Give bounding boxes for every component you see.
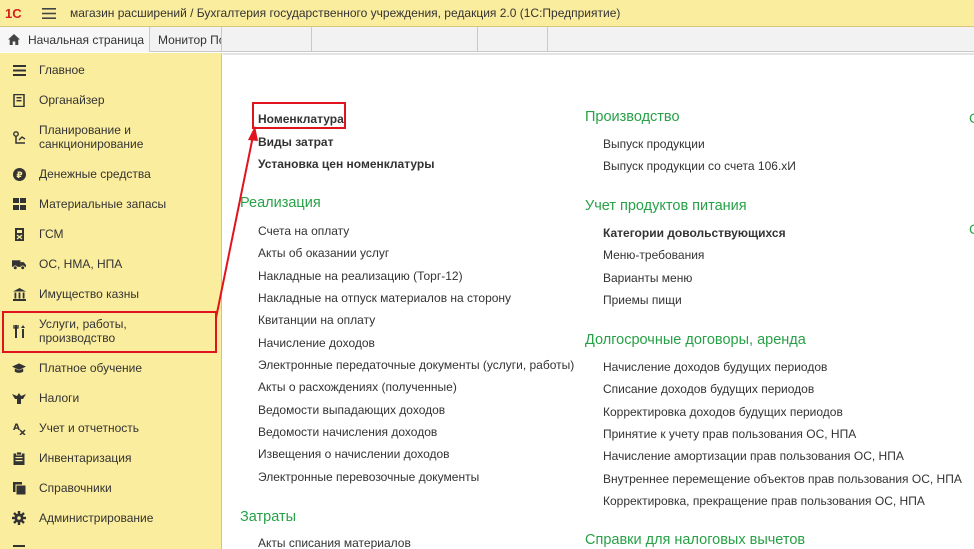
window-title: магазин расширений / Бухгалтерия государ…: [70, 6, 621, 20]
link-realization-item[interactable]: Электронные передаточные документы (услу…: [258, 358, 574, 372]
sidebar-item-money[interactable]: ₽ Денежные средства: [0, 166, 221, 182]
tab-empty-2[interactable]: [312, 27, 478, 52]
link-longterm-item[interactable]: Корректировка доходов будущих периодов: [603, 405, 843, 419]
accounting-icon: A: [12, 421, 26, 435]
link-realization-item[interactable]: Накладные на реализацию (Торг-12): [258, 269, 463, 283]
section-food-title: Учет продуктов питания: [585, 198, 747, 214]
tab-empty-1[interactable]: [222, 27, 312, 52]
tab-monitor-label: Монитор По: [158, 32, 222, 47]
section-production-title: Производство: [585, 109, 680, 125]
link-realization-item[interactable]: Акты о расхождениях (полученные): [258, 380, 457, 394]
section-tax-title: Справки для налоговых вычетов: [585, 532, 806, 548]
planning-icon: [12, 130, 26, 144]
clipboard-icon: [12, 451, 26, 465]
column3-section-title-clipped: С: [969, 110, 974, 126]
hamburger-menu-icon[interactable]: [36, 0, 62, 27]
link-realization-item[interactable]: Начисление доходов: [258, 336, 375, 350]
more-icon: [12, 539, 26, 549]
sidebar-item-administration[interactable]: Администрирование: [0, 510, 221, 526]
sidebar-item-label: Главное: [39, 63, 85, 77]
sidebar-item-accounting[interactable]: A Учет и отчетность: [0, 420, 221, 436]
link-realization-item[interactable]: Счета на оплату: [258, 224, 349, 238]
books-icon: [12, 481, 26, 495]
home-icon: [8, 34, 20, 45]
sidebar: Главное Органайзер Планирование и санкци…: [0, 53, 222, 549]
sidebar-item-main[interactable]: Главное: [0, 62, 221, 78]
fuel-icon: [12, 227, 26, 241]
sidebar-item-label: Планирование и санкционирование: [39, 123, 144, 151]
link-realization-item[interactable]: Извещения о начислении доходов: [258, 447, 450, 461]
link-food-item[interactable]: Приемы пищи: [603, 293, 682, 307]
sidebar-item-references[interactable]: Справочники: [0, 480, 221, 496]
sidebar-item-paid-education[interactable]: Платное обучение: [0, 360, 221, 376]
graduation-cap-icon: [12, 361, 26, 375]
sidebar-item-fuel[interactable]: ГСМ: [0, 226, 221, 242]
sidebar-item-label: Денежные средства: [39, 167, 151, 181]
link-realization-item[interactable]: Накладные на отпуск материалов на сторон…: [258, 291, 511, 305]
sidebar-item-label: Органайзер: [39, 93, 105, 107]
link-longterm-item[interactable]: Списание доходов будущих периодов: [603, 382, 814, 396]
section-realization-title: Реализация: [240, 195, 321, 211]
sidebar-item-treasury[interactable]: Имущество казны: [0, 286, 221, 302]
link-production-item[interactable]: Выпуск продукции со счета 106.хИ: [603, 159, 796, 173]
1c-logo-icon[interactable]: 1С: [0, 0, 36, 27]
tab-home[interactable]: Начальная страница: [0, 27, 150, 52]
sidebar-item-label: Платное обучение: [39, 361, 143, 375]
sidebar-item-organizer[interactable]: Органайзер: [0, 92, 221, 108]
title-bar: 1С магазин расширений / Бухгалтерия госу…: [0, 0, 974, 27]
sidebar-item-label: Администрирование: [39, 511, 154, 525]
link-realization-item[interactable]: Акты об оказании услуг: [258, 246, 389, 260]
building-icon: [12, 287, 26, 301]
hamburger-menu-icon: [12, 63, 26, 77]
link-production-item[interactable]: Выпуск продукции: [603, 137, 705, 151]
sidebar-item-fixed-assets[interactable]: ОС, НМА, НПА: [0, 256, 221, 272]
link-costs-item[interactable]: Акты списания материалов: [258, 536, 411, 549]
tab-home-label: Начальная страница: [28, 32, 145, 47]
1c-logo-text: 1С: [5, 6, 22, 20]
link-cost-types[interactable]: Виды затрат: [258, 135, 333, 149]
sidebar-item-label: Налоги: [39, 391, 80, 405]
link-food-item[interactable]: Категории довольствующихся: [603, 226, 786, 240]
link-longterm-item[interactable]: Корректировка, прекращение прав пользова…: [603, 494, 925, 508]
svg-text:A: A: [13, 423, 20, 433]
sidebar-item-inventory[interactable]: Инвентаризация: [0, 450, 221, 466]
tab-bar: Начальная страница Монитор По: [0, 27, 974, 52]
link-realization-item[interactable]: Электронные перевозочные документы: [258, 470, 479, 484]
truck-icon: [12, 257, 26, 271]
section-costs-title: Затраты: [240, 509, 297, 525]
grid-icon: [12, 197, 26, 211]
link-price-setting[interactable]: Установка цен номенклатуры: [258, 157, 434, 171]
sidebar-item-taxes[interactable]: Налоги: [0, 390, 221, 406]
link-longterm-item[interactable]: Начисление доходов будущих периодов: [603, 360, 827, 374]
annotation-highlight-services: [2, 311, 217, 353]
sidebar-item-label: Учет и отчетность: [39, 421, 139, 435]
gear-icon: [12, 511, 26, 525]
link-longterm-item[interactable]: Принятие к учету прав пользования ОС, НП…: [603, 427, 856, 441]
tab-empty-3[interactable]: [478, 27, 548, 52]
tab-monitor[interactable]: Монитор По: [150, 27, 222, 52]
svg-text:₽: ₽: [16, 171, 22, 181]
sidebar-item-label: ОС, НМА, НПА: [39, 257, 123, 271]
notebook-icon: [12, 93, 26, 107]
column3-section-title-clipped: С: [969, 221, 974, 237]
ruble-coin-icon: ₽: [12, 167, 26, 181]
sidebar-item-materials[interactable]: Материальные запасы: [0, 196, 221, 212]
eagle-icon: [12, 391, 26, 405]
link-realization-item[interactable]: Ведомости начисления доходов: [258, 425, 437, 439]
sidebar-item-label: Инвентаризация: [39, 451, 132, 465]
sidebar-item-label: ГСМ: [39, 227, 64, 241]
sidebar-item-label: Справочники: [39, 481, 112, 495]
sidebar-item-label: Имущество казны: [39, 287, 139, 301]
link-food-item[interactable]: Варианты меню: [603, 271, 692, 285]
annotation-highlight-nomenclature: [252, 102, 346, 129]
link-longterm-item[interactable]: Внутреннее перемещение объектов прав пол…: [603, 472, 962, 486]
link-realization-item[interactable]: Ведомости выпадающих доходов: [258, 403, 445, 417]
link-food-item[interactable]: Меню-требования: [603, 248, 704, 262]
sidebar-item-planning[interactable]: Планирование и санкционирование: [0, 122, 221, 152]
link-longterm-item[interactable]: Начисление амортизации прав пользования …: [603, 449, 904, 463]
link-realization-item[interactable]: Квитанции на оплату: [258, 313, 375, 327]
sidebar-item-more[interactable]: [0, 539, 221, 549]
section-longterm-title: Долгосрочные договоры, аренда: [585, 332, 806, 348]
sidebar-item-label: Материальные запасы: [39, 197, 167, 211]
